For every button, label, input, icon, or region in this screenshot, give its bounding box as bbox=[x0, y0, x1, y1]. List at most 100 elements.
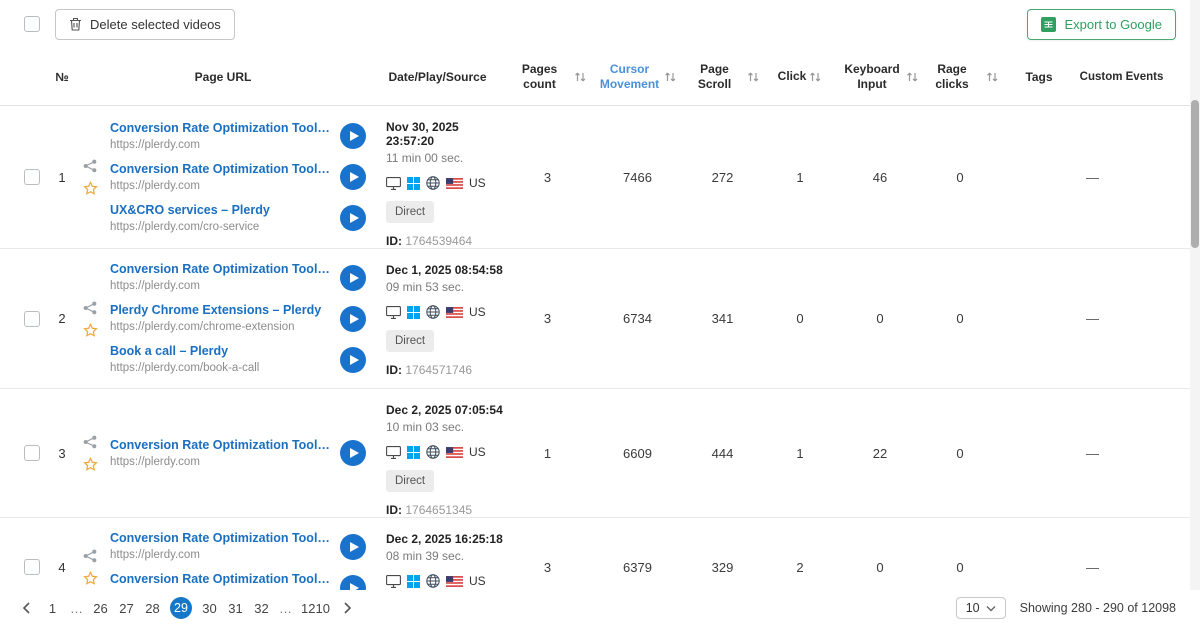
page-title-link[interactable]: Conversion Rate Optimization Tools – Ple… bbox=[110, 437, 332, 454]
session-id-line: ID: 1764571746 bbox=[386, 363, 505, 377]
select-all-checkbox[interactable] bbox=[24, 16, 40, 32]
pagination-page-29[interactable]: 29 bbox=[170, 597, 192, 619]
cursor-movement-value: 7466 bbox=[590, 106, 685, 248]
play-icon bbox=[350, 131, 359, 141]
row-checkbox[interactable] bbox=[24, 559, 40, 575]
play-button[interactable] bbox=[340, 164, 366, 190]
page-entry: Book a call – Plerdyhttps://plerdy.com/b… bbox=[104, 339, 370, 380]
sort-icon[interactable] bbox=[664, 71, 677, 83]
page-scroll-value: 444 bbox=[685, 389, 760, 517]
click-value: 1 bbox=[760, 389, 840, 517]
sort-icon[interactable] bbox=[906, 71, 919, 83]
pagination-page-26[interactable]: 26 bbox=[92, 601, 109, 616]
pagination-page-28[interactable]: 28 bbox=[144, 601, 161, 616]
page-link-block: Conversion Rate Optimization Tools – Ple… bbox=[104, 437, 332, 470]
session-recordings-page: Delete selected videos Export to Google … bbox=[0, 0, 1200, 626]
rage-clicks-value: 0 bbox=[920, 389, 1000, 517]
page-scroll-value: 341 bbox=[685, 249, 760, 388]
star-icon[interactable] bbox=[83, 181, 98, 195]
delete-button-label: Delete selected videos bbox=[90, 17, 221, 32]
pages-count-value: 3 bbox=[505, 249, 590, 388]
play-button[interactable] bbox=[340, 440, 366, 466]
page-title-link[interactable]: UX&CRO services – Plerdy bbox=[110, 202, 332, 219]
sort-icon[interactable] bbox=[809, 71, 822, 83]
page-title-link[interactable]: Conversion Rate Optimization Tools – Ple… bbox=[110, 161, 332, 178]
toolbar: Delete selected videos Export to Google bbox=[0, 0, 1200, 48]
play-button[interactable] bbox=[340, 306, 366, 332]
row-checkbox[interactable] bbox=[24, 169, 40, 185]
us-flag-icon bbox=[446, 307, 463, 318]
cursor-movement-value: 6734 bbox=[590, 249, 685, 388]
scrollbar-track[interactable] bbox=[1190, 0, 1200, 590]
pages-count-value: 3 bbox=[505, 106, 590, 248]
page-title-link[interactable]: Plerdy Chrome Extensions – Plerdy bbox=[110, 302, 332, 319]
session-datetime: Nov 30, 2025 23:57:20 bbox=[386, 120, 505, 148]
star-icon[interactable] bbox=[83, 457, 98, 471]
desktop-device-icon bbox=[386, 575, 401, 588]
sort-icon[interactable] bbox=[986, 71, 999, 83]
share-icon[interactable] bbox=[83, 301, 97, 315]
pagination-pages: 1…26272829303132…1210 bbox=[44, 597, 330, 619]
page-title-link[interactable]: Conversion Rate Optimization Tools – Ple… bbox=[110, 571, 332, 588]
page-entry: Plerdy Chrome Extensions – Plerdyhttps:/… bbox=[104, 298, 370, 339]
pagination-page-32[interactable]: 32 bbox=[253, 601, 270, 616]
chevron-right-icon bbox=[340, 601, 354, 615]
page-entry: UX&CRO services – Plerdyhttps://plerdy.c… bbox=[104, 198, 370, 239]
star-icon[interactable] bbox=[83, 323, 98, 337]
page-scroll-value: 272 bbox=[685, 106, 760, 248]
share-icon[interactable] bbox=[83, 159, 97, 173]
page-link-block: Book a call – Plerdyhttps://plerdy.com/b… bbox=[104, 343, 332, 376]
share-icon[interactable] bbox=[83, 549, 97, 563]
page-link-block: Conversion Rate Optimization Tools – Ple… bbox=[104, 120, 332, 153]
page-entry: Conversion Rate Optimization Tools – Ple… bbox=[104, 116, 370, 157]
page-entry: Conversion Rate Optimization Tools – Ple… bbox=[104, 526, 370, 567]
device-browser-icons: US bbox=[386, 176, 505, 190]
play-button[interactable] bbox=[340, 347, 366, 373]
page-link-block: Conversion Rate Optimization Tools – Ple… bbox=[104, 261, 332, 294]
session-id-line: ID: 1764539464 bbox=[386, 234, 505, 248]
device-browser-icons: US bbox=[386, 445, 505, 459]
delete-selected-button[interactable]: Delete selected videos bbox=[55, 9, 235, 40]
page-title-link[interactable]: Conversion Rate Optimization Tools – Ple… bbox=[110, 530, 332, 547]
sort-icon[interactable] bbox=[747, 71, 760, 83]
play-button[interactable] bbox=[340, 123, 366, 149]
date-play-source-cell: Nov 30, 2025 23:57:2011 min 00 sec.USDir… bbox=[370, 106, 505, 248]
header-date-play-source: Date/Play/Source bbox=[370, 70, 505, 84]
page-title-link[interactable]: Conversion Rate Optimization Tools – Ple… bbox=[110, 261, 332, 278]
sort-icon[interactable] bbox=[574, 71, 587, 83]
page-entry: Conversion Rate Optimization Tools – Ple… bbox=[104, 157, 370, 198]
pagination-page-31[interactable]: 31 bbox=[227, 601, 244, 616]
pagination-next[interactable] bbox=[336, 599, 358, 617]
keyboard-input-value: 46 bbox=[840, 106, 920, 248]
windows-os-icon bbox=[407, 575, 420, 588]
page-title-link[interactable]: Book a call – Plerdy bbox=[110, 343, 332, 360]
row-number: 1 bbox=[48, 106, 76, 248]
pagination-page-27[interactable]: 27 bbox=[118, 601, 135, 616]
table-row: 3Conversion Rate Optimization Tools – Pl… bbox=[0, 389, 1200, 518]
star-icon[interactable] bbox=[83, 571, 98, 585]
cursor-movement-value: 6609 bbox=[590, 389, 685, 517]
country-code: US bbox=[469, 574, 486, 588]
page-title-link[interactable]: Conversion Rate Optimization Tools – Ple… bbox=[110, 120, 332, 137]
pagination-page-30[interactable]: 30 bbox=[201, 601, 218, 616]
chevron-left-icon bbox=[20, 601, 34, 615]
row-checkbox[interactable] bbox=[24, 445, 40, 461]
table-row: 2 Conversion Rate Optimization Tools – Pl… bbox=[0, 249, 1200, 389]
play-button[interactable] bbox=[340, 534, 366, 560]
click-value: 1 bbox=[760, 106, 840, 248]
export-to-google-button[interactable]: Export to Google bbox=[1027, 9, 1176, 40]
pagination-page-1210[interactable]: 1210 bbox=[301, 601, 330, 616]
row-number: 2 bbox=[48, 249, 76, 388]
pagination-page-1[interactable]: 1 bbox=[44, 601, 61, 616]
row-actions bbox=[76, 389, 104, 517]
rage-clicks-value: 0 bbox=[920, 106, 1000, 248]
pages-count-value: 1 bbox=[505, 389, 590, 517]
page-size-select[interactable]: 10 bbox=[956, 597, 1006, 619]
pagination-prev[interactable] bbox=[16, 599, 38, 617]
page-url-cell: Conversion Rate Optimization Tools – Ple… bbox=[104, 106, 370, 248]
play-button[interactable] bbox=[340, 265, 366, 291]
share-icon[interactable] bbox=[83, 435, 97, 449]
scrollbar-thumb[interactable] bbox=[1191, 100, 1199, 248]
row-checkbox[interactable] bbox=[24, 311, 40, 327]
play-button[interactable] bbox=[340, 205, 366, 231]
